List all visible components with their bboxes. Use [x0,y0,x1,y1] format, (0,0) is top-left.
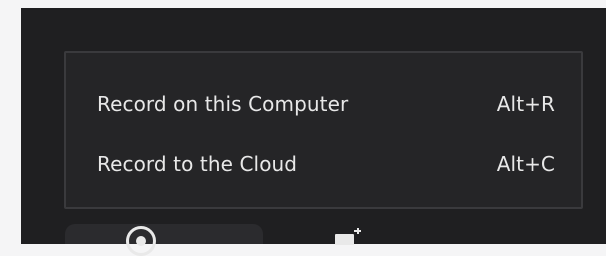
share-screen-icon [335,228,361,245]
record-on-this-computer-label: Record on this Computer [97,92,349,116]
record-menu: Record on this Computer Alt+R Record to … [64,51,583,209]
record-button[interactable] [65,224,263,244]
record-to-the-cloud-menu-item[interactable]: Record to the Cloud Alt+C [97,144,555,184]
record-on-this-computer-shortcut: Alt+R [496,92,555,116]
record-icon [126,226,156,256]
record-on-this-computer-menu-item[interactable]: Record on this Computer Alt+R [97,84,555,124]
meeting-toolbar-area: Record on this Computer Alt+R Record to … [21,8,606,244]
record-to-the-cloud-shortcut: Alt+C [496,152,555,176]
record-to-the-cloud-label: Record to the Cloud [97,152,298,176]
